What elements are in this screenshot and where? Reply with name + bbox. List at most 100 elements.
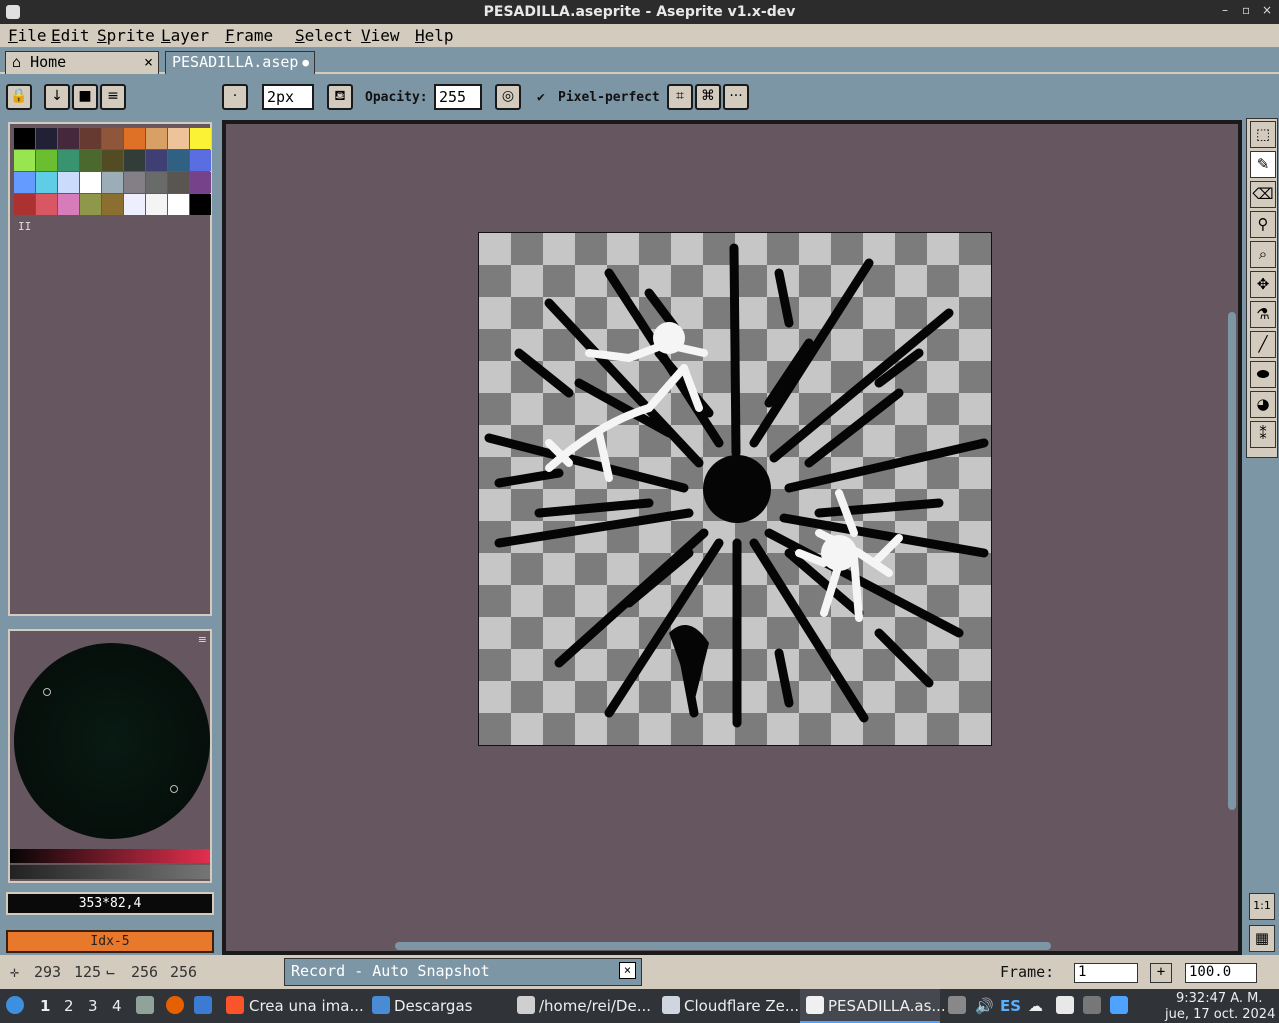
firefox-icon[interactable]: [166, 996, 184, 1014]
menu-sprite[interactable]: Sprite: [97, 26, 155, 45]
palette-swatch[interactable]: [80, 128, 101, 149]
palette-swatch[interactable]: [58, 128, 79, 149]
menu-frame[interactable]: Frame: [225, 26, 273, 45]
files-launcher-icon[interactable]: [136, 996, 154, 1014]
color-hex-field[interactable]: 353*82,4: [6, 892, 214, 915]
horizontal-scrollbar[interactable]: [395, 942, 1051, 950]
dynamics-icon[interactable]: ◎: [495, 84, 521, 110]
palette-swatch[interactable]: [80, 150, 101, 171]
menu-help[interactable]: Help: [415, 26, 454, 45]
symmetry-icon[interactable]: ⌗: [667, 84, 693, 110]
spray-tool-icon[interactable]: ⁑: [1250, 421, 1276, 448]
palette-swatch[interactable]: [58, 172, 79, 193]
palette-swatch[interactable]: [102, 128, 123, 149]
volume-icon[interactable]: 🔊: [975, 997, 994, 1015]
blur-tool-icon[interactable]: ◕: [1250, 391, 1276, 418]
palette-swatch[interactable]: [58, 194, 79, 215]
desktop-icon[interactable]: [194, 996, 212, 1014]
workspace-4[interactable]: 4: [112, 997, 122, 1015]
palette-swatch[interactable]: [102, 194, 123, 215]
pencil-tool-icon[interactable]: ✎: [1250, 151, 1276, 178]
palette-swatch[interactable]: [36, 194, 57, 215]
menu-edit[interactable]: Edit: [51, 26, 90, 45]
eraser-tool-icon[interactable]: ⌫: [1250, 181, 1276, 208]
menu-select[interactable]: Select: [295, 26, 353, 45]
palette-swatch[interactable]: [146, 150, 167, 171]
palette-swatch[interactable]: [80, 194, 101, 215]
workspace-2[interactable]: 2: [64, 997, 74, 1015]
palette-menu-handle[interactable]: II: [18, 220, 31, 233]
palette-swatch[interactable]: [36, 172, 57, 193]
brush-size-input[interactable]: 2px: [262, 84, 314, 110]
minimize-button[interactable]: –: [1222, 3, 1228, 17]
clipboard-icon[interactable]: [948, 996, 966, 1014]
start-menu-icon[interactable]: [6, 996, 24, 1014]
menu-layer[interactable]: Layer: [161, 26, 209, 45]
palette-swatch[interactable]: [80, 172, 101, 193]
zoom-input[interactable]: 100.0: [1185, 963, 1257, 983]
frame-input[interactable]: 1: [1074, 963, 1138, 983]
palette-swatch[interactable]: [168, 172, 189, 193]
palette-swatch[interactable]: [190, 150, 211, 171]
palette-swatch[interactable]: [168, 194, 189, 215]
symmetry-options-icon[interactable]: ⌘: [695, 84, 721, 110]
notes-icon[interactable]: [1056, 996, 1074, 1014]
folder-icon[interactable]: [372, 996, 390, 1014]
brush-type-icon[interactable]: ·: [222, 84, 248, 110]
palette-swatch[interactable]: [14, 194, 35, 215]
palette-swatch[interactable]: [58, 150, 79, 171]
hue-slider[interactable]: [10, 849, 210, 863]
zoom-tool-icon[interactable]: ⌕: [1250, 241, 1276, 268]
unsaved-dot-icon[interactable]: ●: [302, 56, 309, 69]
opacity-input[interactable]: 255: [434, 84, 482, 110]
palette-swatch[interactable]: [102, 172, 123, 193]
palette-swatch[interactable]: [36, 150, 57, 171]
pixel-perfect-checkbox[interactable]: ✔: [537, 90, 545, 105]
paint-bucket-tool-icon[interactable]: ⚗: [1250, 301, 1276, 328]
menu-file[interactable]: File: [8, 26, 47, 45]
more-options-button[interactable]: ···: [723, 84, 749, 110]
palette-swatch[interactable]: [190, 194, 211, 215]
move-tool-icon[interactable]: ✥: [1250, 271, 1276, 298]
palette-swatch[interactable]: [168, 150, 189, 171]
add-frame-button[interactable]: +: [1150, 963, 1172, 983]
record-panel[interactable]: Record - Auto Snapshot ×: [284, 958, 642, 986]
close-window-button[interactable]: ×: [1262, 3, 1272, 17]
ink-type-icon[interactable]: ⛾: [327, 84, 353, 110]
palette-swatch[interactable]: [124, 194, 145, 215]
lock-icon[interactable]: 🔒: [6, 84, 32, 110]
palette-swatch[interactable]: [190, 128, 211, 149]
palette-swatch[interactable]: [124, 150, 145, 171]
palette-sort-icon[interactable]: ↓: [44, 84, 70, 110]
palette-swatch[interactable]: [14, 128, 35, 149]
task-cloudflare[interactable]: Cloudflare Ze...: [684, 997, 799, 1015]
color-wheel[interactable]: [14, 643, 210, 839]
timeline-grid-icon[interactable]: ▦: [1249, 925, 1275, 952]
sprite-editor[interactable]: [222, 120, 1242, 955]
tab-pesadilla[interactable]: PESADILLA.asep ●: [165, 51, 315, 74]
record-close-icon[interactable]: ×: [619, 962, 636, 979]
palette-swatch[interactable]: [14, 150, 35, 171]
palette-swatch[interactable]: [124, 172, 145, 193]
close-tab-icon[interactable]: ×: [144, 53, 153, 71]
eyedropper-tool-icon[interactable]: ⚲: [1250, 211, 1276, 238]
sprite-canvas[interactable]: [478, 232, 992, 746]
palette-swatch[interactable]: [14, 172, 35, 193]
wheel-menu-icon[interactable]: ≡: [198, 633, 207, 646]
palette-swatch[interactable]: [146, 194, 167, 215]
brave-icon[interactable]: [226, 996, 244, 1014]
alpha-slider[interactable]: [10, 865, 210, 879]
keyboard-language[interactable]: ES: [1000, 997, 1021, 1015]
palette-swatch[interactable]: [168, 128, 189, 149]
text-editor-icon[interactable]: [517, 996, 535, 1014]
palette-preset-icon[interactable]: ■: [72, 84, 98, 110]
color-index-field[interactable]: Idx-5: [6, 930, 214, 953]
workspace-1[interactable]: 1: [40, 997, 50, 1015]
task-descargas[interactable]: Descargas: [394, 997, 472, 1015]
cloud-icon[interactable]: ☁: [1028, 997, 1043, 1015]
palette-swatch[interactable]: [124, 128, 145, 149]
tab-home[interactable]: ⌂ Home ×: [5, 51, 159, 74]
line-tool-icon[interactable]: ╱: [1250, 331, 1276, 358]
palette-swatch[interactable]: [146, 128, 167, 149]
window-icon[interactable]: [662, 996, 680, 1014]
